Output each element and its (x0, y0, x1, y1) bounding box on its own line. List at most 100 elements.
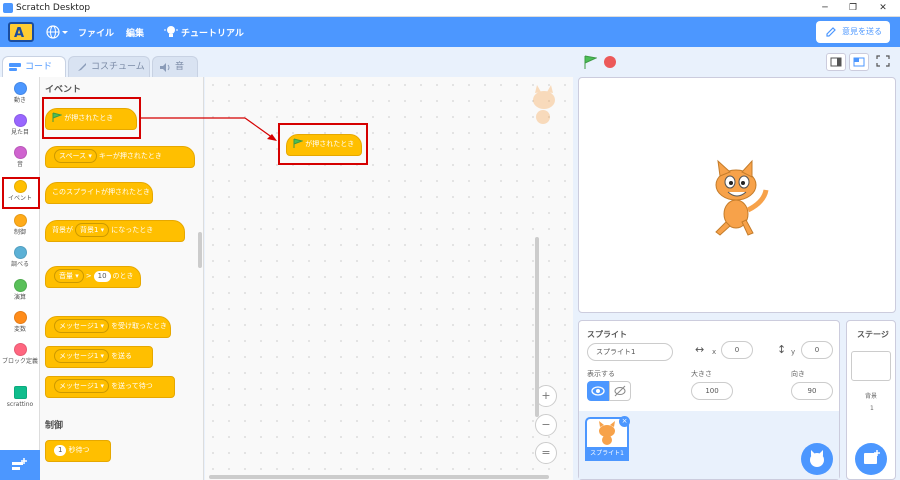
small-stage-button[interactable] (826, 53, 846, 71)
show-visible-button[interactable] (587, 381, 609, 401)
block-broadcast-and-wait[interactable]: メッセージ1 ▾ を送って待つ (45, 376, 175, 398)
category-dot (13, 279, 27, 292)
tab-sounds[interactable]: 音 (152, 56, 198, 77)
category-label: 見た目 (10, 129, 29, 136)
category-looks[interactable]: 見た目 (0, 114, 40, 136)
block-label-pre: 背景が (52, 226, 73, 234)
menu-bar: A ファイル 編集 チュートリアル 意見を送る (0, 17, 900, 47)
minimize-button[interactable]: ─ (815, 2, 835, 15)
language-menu[interactable] (46, 25, 68, 42)
category-dot (13, 146, 27, 159)
code-icon (9, 63, 21, 71)
feedback-button[interactable]: 意見を送る (816, 21, 890, 43)
category-motion[interactable]: 動き (0, 82, 40, 104)
category-dot (13, 246, 27, 259)
tab-costumes[interactable]: コスチューム (68, 56, 150, 77)
sprite-thumbnail[interactable]: × スプライト1 (585, 416, 630, 461)
block-when-i-receive[interactable]: メッセージ1 ▾ を受け取ったとき (45, 316, 171, 338)
gt-symbol: > (85, 272, 92, 280)
lightbulb-icon (164, 24, 178, 43)
block-wait-seconds[interactable]: 1 秒待つ (45, 440, 111, 462)
show-hidden-button[interactable] (609, 381, 631, 401)
block-when-sprite-clicked[interactable]: このスプライトが押されたとき (45, 182, 153, 204)
zoom-reset-button[interactable]: = (535, 442, 557, 464)
block-when-sensor-greater[interactable]: 音量 ▾ >10 のとき (45, 266, 141, 288)
drag-arrow (140, 117, 277, 141)
category-operators[interactable]: 演算 (0, 279, 40, 301)
sprite-info-panel: スプライト スプライト1 ↔ x 0 ↕ y 0 表示する 大きさ 100 向き… (578, 320, 840, 480)
category-label: 動き (13, 97, 26, 104)
fullscreen-button[interactable] (874, 53, 894, 71)
palette-scrollbar[interactable] (198, 232, 202, 268)
script-v-scrollbar[interactable] (535, 237, 539, 417)
size-input[interactable]: 100 (691, 382, 733, 400)
sensor-dropdown[interactable]: 音量 ▾ (54, 269, 84, 283)
section-control-heading: 制御 (45, 421, 64, 431)
category-sound[interactable]: 音 (0, 146, 40, 168)
stage-heading: ステージ (857, 330, 889, 339)
cat-thumbnail-icon (599, 421, 615, 445)
block-when-backdrop-switches[interactable]: 背景が 背景1 ▾ になったとき (45, 220, 185, 242)
category-dot (13, 114, 27, 127)
zoom-out-button[interactable]: − (535, 414, 557, 436)
green-flag-button[interactable] (583, 55, 597, 70)
section-events-heading: イベント (45, 85, 82, 95)
highlight-script-flag-block (278, 123, 368, 165)
delete-sprite-icon[interactable]: × (619, 416, 630, 427)
block-broadcast[interactable]: メッセージ1 ▾ を送る (45, 346, 153, 368)
backdrop-dropdown[interactable]: 背景1 ▾ (75, 223, 110, 237)
message-dropdown[interactable]: メッセージ1 ▾ (54, 319, 110, 333)
block-label: のとき (112, 272, 134, 280)
block-when-key-pressed[interactable]: スペース ▾ キーが押されたとき (45, 146, 195, 168)
category-menu: 動き 見た目 音 イベント 制御 調べる 演算 変数 ブロック定義 scratt… (0, 77, 40, 450)
large-stage-icon (853, 57, 865, 67)
category-dot (13, 386, 27, 399)
menu-file[interactable]: ファイル (78, 26, 114, 39)
block-label: このスプライトが押されたとき (52, 188, 150, 196)
message-dropdown[interactable]: メッセージ1 ▾ (54, 379, 110, 393)
choose-sprite-button[interactable] (801, 443, 833, 475)
sprite-watermark-icon (533, 85, 555, 124)
y-position-input[interactable]: 0 (801, 341, 833, 359)
wait-seconds-input[interactable]: 1 (54, 445, 67, 456)
menu-edit[interactable]: 編集 (126, 26, 144, 39)
scratch-logo[interactable]: A (8, 22, 34, 42)
app-icon (3, 3, 13, 13)
stage-thumbnail[interactable] (851, 351, 891, 381)
script-h-scrollbar[interactable] (209, 475, 549, 479)
large-stage-button[interactable] (849, 53, 869, 71)
cat-sprite[interactable] (704, 158, 774, 238)
sprite-name-input[interactable]: スプライト1 (587, 343, 673, 361)
category-my-blocks[interactable]: ブロック定義 (0, 343, 40, 365)
size-label: 大きさ (691, 370, 712, 378)
highlight-events-category (2, 177, 40, 209)
stage-canvas[interactable] (578, 77, 896, 313)
tab-code[interactable]: コード (2, 56, 66, 77)
category-dot (13, 311, 27, 324)
menu-tutorials[interactable]: チュートリアル (181, 26, 244, 39)
category-dot (13, 82, 27, 95)
tab-sounds-label: 音 (175, 62, 185, 72)
restore-button[interactable]: ❐ (843, 2, 863, 15)
block-label: キーが押されたとき (98, 152, 162, 160)
sensor-value-input[interactable]: 10 (93, 271, 111, 282)
category-control[interactable]: 制御 (0, 214, 40, 236)
category-dot (13, 343, 27, 356)
title-bar: Scratch Desktop ─ ❐ ✕ (0, 0, 900, 17)
cat-add-icon (810, 450, 824, 467)
message-dropdown[interactable]: メッセージ1 ▾ (54, 349, 110, 363)
category-variables[interactable]: 変数 (0, 311, 40, 333)
category-scrattino[interactable]: scrattino (0, 386, 40, 408)
category-sensing[interactable]: 調べる (0, 246, 40, 268)
choose-backdrop-button[interactable] (855, 443, 887, 475)
sprite-heading: スプライト (587, 330, 627, 339)
direction-input[interactable]: 90 (791, 382, 833, 400)
stop-button[interactable] (604, 56, 616, 68)
category-label: ブロック定義 (1, 358, 38, 365)
key-dropdown[interactable]: スペース ▾ (54, 149, 97, 163)
x-position-input[interactable]: 0 (721, 341, 753, 359)
add-extension-button[interactable] (0, 450, 40, 480)
category-label: 音 (16, 161, 23, 168)
close-button[interactable]: ✕ (873, 2, 893, 15)
tab-code-label: コード (25, 62, 53, 72)
